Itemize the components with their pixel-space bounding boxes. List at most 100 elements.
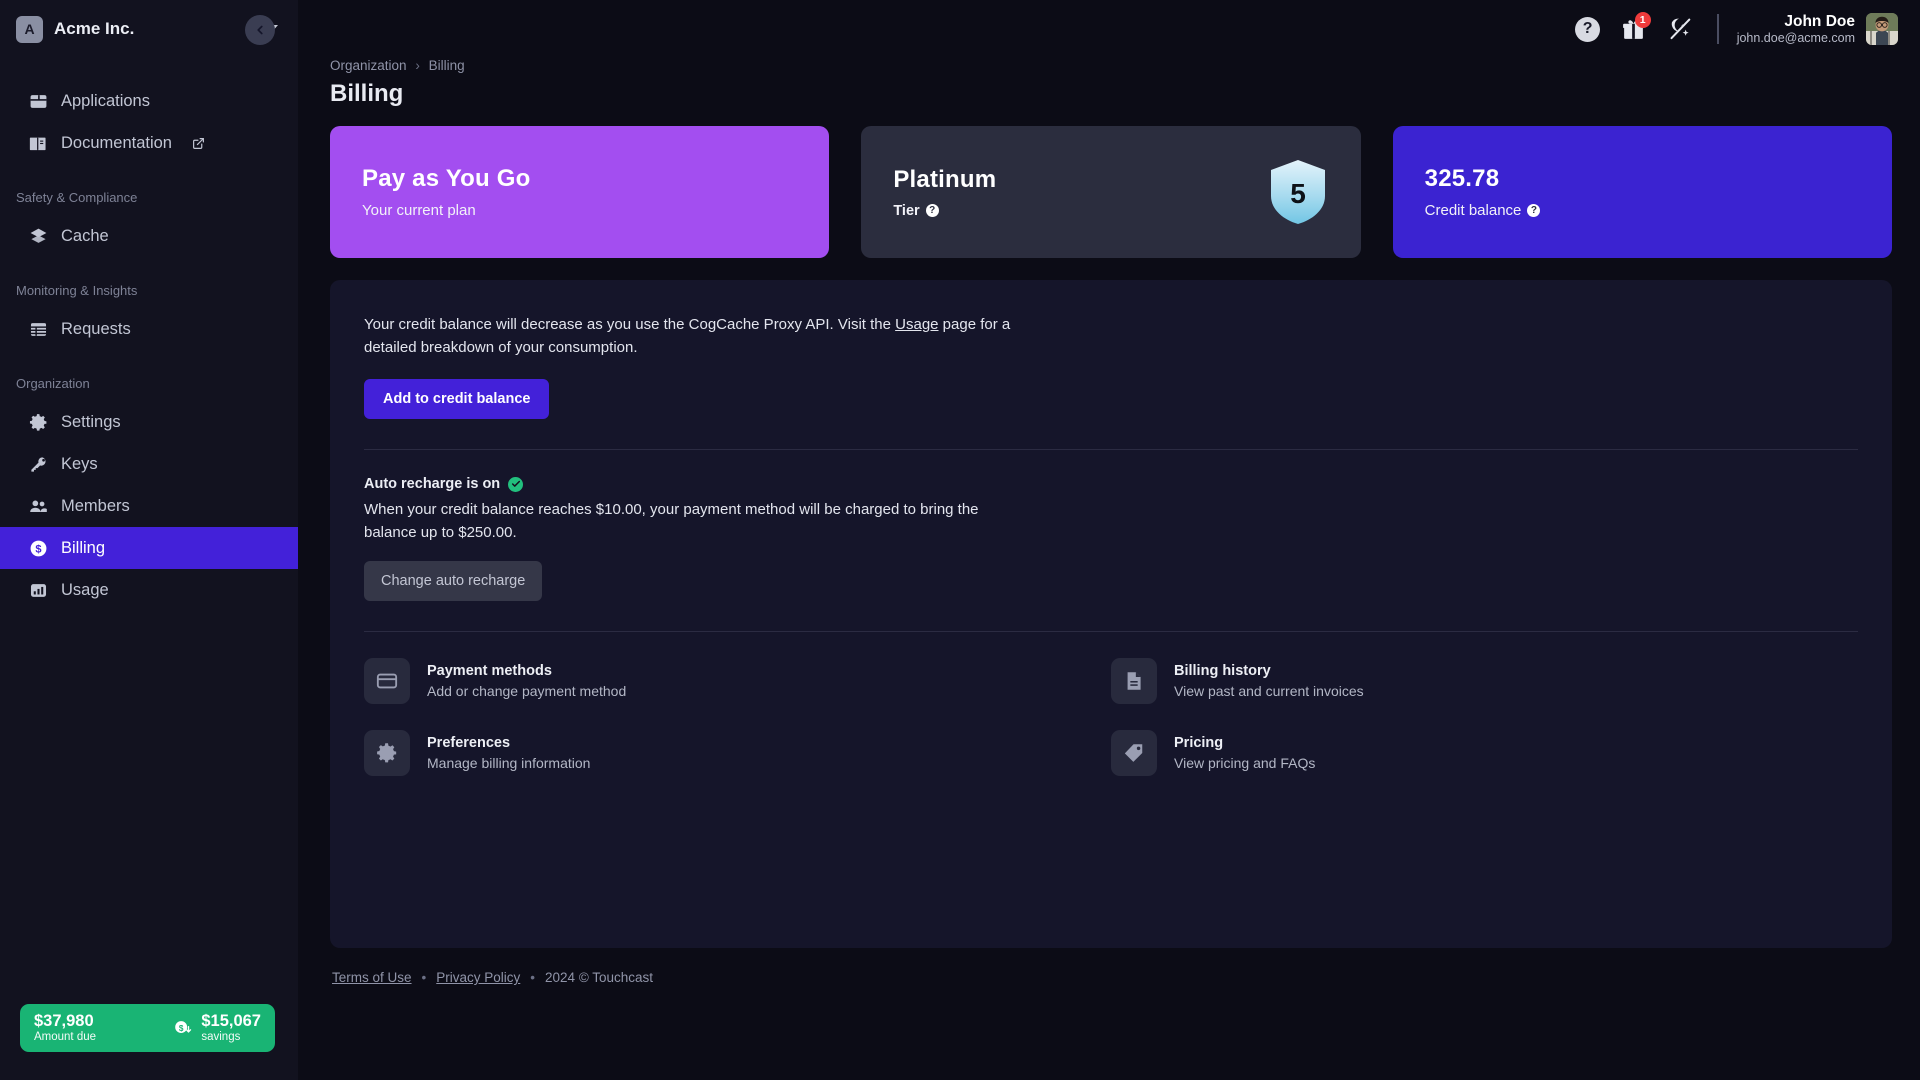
credit-balance-description: Your credit balance will decrease as you… [364,314,1044,359]
sidebar-item-label: Applications [61,91,150,110]
sidebar-item-keys[interactable]: Keys [0,443,298,485]
sidebar-section-label-organization: Organization [16,376,90,391]
theme-toggle-button[interactable] [1657,6,1703,52]
dollar-circle-icon: $ [28,538,48,558]
savings-value: $15,067 [201,1012,261,1031]
gifts-button[interactable]: 1 [1611,6,1657,52]
avatar[interactable] [1866,13,1898,45]
tile-payment-methods[interactable]: Payment methods Add or change payment me… [364,658,1111,704]
key-icon [28,454,48,474]
page-title: Billing [330,80,404,107]
sidebar-item-settings[interactable]: Settings [0,401,298,443]
privacy-policy-link[interactable]: Privacy Policy [436,970,520,985]
sidebar-section-label-monitoring: Monitoring & Insights [16,283,138,298]
sidebar-item-usage[interactable]: Usage [0,569,298,611]
summary-cards: Pay as You Go Your current plan Platinum… [330,126,1892,258]
org-name: Acme Inc. [54,19,135,38]
tile-subtitle: Manage billing information [427,755,591,771]
savings-summary-card[interactable]: $37,980 Amount due $ $15,067 savings [20,1004,275,1052]
main-area: ? 1 John Doe john.doe@acme.com Organizat… [298,0,1920,1080]
theme-toggle-icon [1670,18,1691,40]
terms-of-use-link[interactable]: Terms of Use [332,970,412,985]
sidebar-item-cache[interactable]: Cache [0,215,298,257]
help-icon: ? [1575,16,1601,42]
credit-card-icon [364,658,410,704]
help-button[interactable]: ? [1565,6,1611,52]
tile-pricing[interactable]: Pricing View pricing and FAQs [1111,730,1858,776]
panel-divider-1 [364,449,1858,450]
sidebar-nav: Applications Documentation Safety & Comp… [0,58,298,1080]
billing-panel: Your credit balance will decrease as you… [330,280,1892,948]
sidebar-item-label: Usage [61,580,109,599]
auto-recharge-heading: Auto recharge is on [364,476,1858,492]
sidebar-item-members[interactable]: Members [0,485,298,527]
tile-title: Payment methods [427,663,552,679]
sidebar-item-billing[interactable]: $ Billing [0,527,298,569]
svg-text:$: $ [35,543,41,555]
sidebar-item-documentation[interactable]: Documentation [0,122,298,164]
savings-label: savings [201,1030,241,1043]
auto-recharge-description: When your credit balance reaches $10.00,… [364,501,979,541]
footer-dot-2: • [530,970,536,985]
gear-icon [28,412,48,432]
tile-preferences[interactable]: Preferences Manage billing information [364,730,1111,776]
change-auto-recharge-button[interactable]: Change auto recharge [364,561,543,601]
tile-title: Preferences [427,735,511,751]
usage-link[interactable]: Usage [895,316,938,333]
tier-number: 5 [1290,178,1306,209]
tier-info-icon[interactable]: ? [925,204,939,217]
collapse-sidebar-button[interactable] [245,15,275,45]
plan-name: Pay as You Go [362,165,531,192]
sidebar-item-label: Keys [61,454,98,473]
sidebar-item-label: Members [61,496,130,515]
credit-balance-info-icon[interactable]: ? [1527,204,1541,217]
copyright: 2024 © Touchcast [545,970,654,985]
gift-badge-count: 1 [1634,12,1651,28]
table-icon [28,319,48,339]
sidebar-item-label: Settings [61,412,121,431]
plan-card[interactable]: Pay as You Go Your current plan [330,126,830,258]
amount-due-label: Amount due [34,1030,97,1043]
tag-icon [1111,730,1157,776]
plan-label: Your current plan [362,202,476,219]
top-bar-divider [1716,14,1719,44]
gear-icon [364,730,410,776]
tile-subtitle: View pricing and FAQs [1174,755,1316,771]
tier-name: Platinum [893,165,997,193]
tier-label: Tier [893,202,920,219]
sidebar-item-requests[interactable]: Requests [0,308,298,350]
amount-due-value: $37,980 [34,1012,94,1031]
top-bar: ? 1 John Doe john.doe@acme.com [298,0,1920,58]
user-email: john.doe@acme.com [1736,30,1855,45]
sidebar: A Acme Inc. Applications Documentation S… [0,0,298,1080]
svg-text:$: $ [179,1024,184,1033]
page-content: Organization › Billing Billing Pay as Yo… [298,58,1920,1080]
sidebar-item-applications[interactable]: Applications [0,80,298,122]
applications-icon [28,91,48,111]
sidebar-item-label: Requests [61,319,131,338]
add-to-credit-balance-button[interactable]: Add to credit balance [364,379,550,419]
credit-balance-value: 325.78 [1424,165,1500,192]
panel-divider-2 [364,631,1858,632]
user-menu[interactable]: John Doe john.doe@acme.com [1737,12,1898,47]
breadcrumb-root[interactable]: Organization [330,58,407,73]
tile-subtitle: Add or change payment method [427,683,627,699]
members-icon [28,496,48,516]
sidebar-item-label: Billing [61,538,106,557]
chevron-left-icon [257,25,263,35]
sidebar-item-label: Documentation [61,133,172,152]
tier-shield-badge: 5 [1267,158,1329,226]
breadcrumb: Organization › Billing [330,58,1892,73]
avatar-image [1866,13,1898,45]
savings-dollar-down-icon: $ [172,1017,194,1039]
user-name: John Doe [1784,12,1855,30]
tile-billing-history[interactable]: Billing history View past and current in… [1111,658,1858,704]
documentation-icon [28,133,48,153]
document-icon [1111,658,1157,704]
footer: Terms of Use • Privacy Policy • 2024 © T… [330,948,1892,985]
auto-recharge-title: Auto recharge is on [364,476,501,492]
sidebar-item-label: Cache [61,226,109,245]
tier-card[interactable]: Platinum Tier ? 5 [861,126,1361,258]
credit-balance-card[interactable]: 325.78 Credit balance ? [1392,126,1892,258]
tile-title: Pricing [1174,735,1224,751]
